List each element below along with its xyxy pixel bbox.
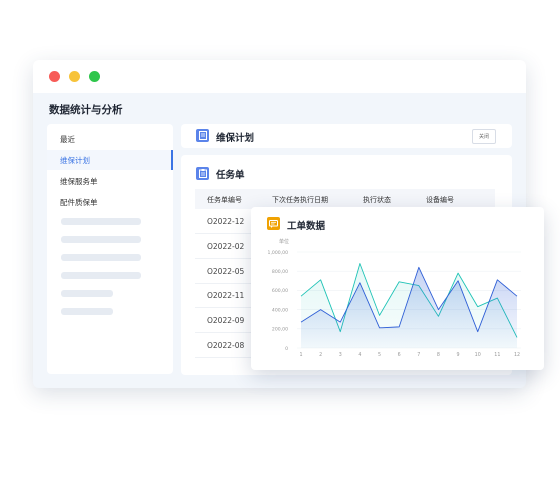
task-number: O2022-12 [207,217,245,226]
column-header: 任务单编号 [207,196,242,204]
task-number: O2022-02 [207,242,245,251]
y-tick-label: 200,00 [272,327,288,333]
placeholder-line [61,254,141,261]
placeholder-line [61,290,113,297]
sidebar-item-warranty-orders[interactable]: 配件质保单 [60,197,98,208]
y-tick-label: 800,00 [272,269,288,275]
clipboard-icon [196,167,209,180]
x-tick-label: 7 [417,352,420,358]
sidebar-item-service-orders[interactable]: 维保服务单 [60,176,98,187]
placeholder-line [61,236,141,243]
x-tick-label: 10 [475,352,481,358]
title-bar [33,60,526,93]
sidebar: 最近 维保计划 维保服务单 配件质保单 [47,124,173,374]
close-button[interactable]: 关闭 [472,129,496,144]
document-icon [196,129,209,142]
x-tick-label: 3 [339,352,342,358]
maintenance-plan-panel: 维保计划 关闭 [181,124,512,148]
column-header: 执行状态 [363,196,391,204]
x-tick-label: 1 [299,352,302,358]
x-tick-label: 4 [358,352,361,358]
table-header: 任务单编号 下次任务执行日期 执行状态 设备编号 [195,189,495,209]
placeholder-line [61,308,113,315]
task-number: O2022-05 [207,267,245,276]
x-tick-label: 11 [494,352,500,358]
panel-title: 任务单 [216,170,245,181]
y-axis-label: 单位 [279,238,289,245]
maximize-window-icon[interactable] [89,71,100,82]
placeholder-line [61,218,141,225]
panel-title: 维保计划 [216,133,255,144]
line-chart: 单位0200,00400,00600,00800,001,000,001 2 3 4 5… [268,238,521,358]
x-tick-label: 9 [457,352,460,358]
y-tick-label: 400,00 [272,307,288,313]
sidebar-item-maintenance-plan[interactable]: 维保计划 [60,155,90,166]
column-header: 设备编号 [426,196,454,204]
y-tick-label: 600,00 [272,288,288,294]
sidebar-item-recent[interactable]: 最近 [60,134,75,145]
x-tick-label: 6 [398,352,401,358]
y-tick-label: 0 [285,346,288,352]
placeholder-line [61,272,141,279]
x-tick-label: 5 [378,352,381,358]
x-tick-label: 12 [514,352,520,358]
task-number: O2022-09 [207,316,245,325]
x-tick-label: 8 [437,352,440,358]
close-window-icon[interactable] [49,71,60,82]
column-header: 下次任务执行日期 [272,196,328,204]
page-title: 数据统计与分析 [49,104,123,116]
task-number: O2022-11 [207,291,245,300]
x-tick-label: 2 [319,352,322,358]
minimize-window-icon[interactable] [69,71,80,82]
task-number: O2022-08 [207,341,245,350]
y-tick-label: 1,000,00 [268,250,289,256]
work-order-chart-card: 工单数据 单位 0 200,00 400,00 600,00 800,00 1,000,00… [251,207,544,370]
